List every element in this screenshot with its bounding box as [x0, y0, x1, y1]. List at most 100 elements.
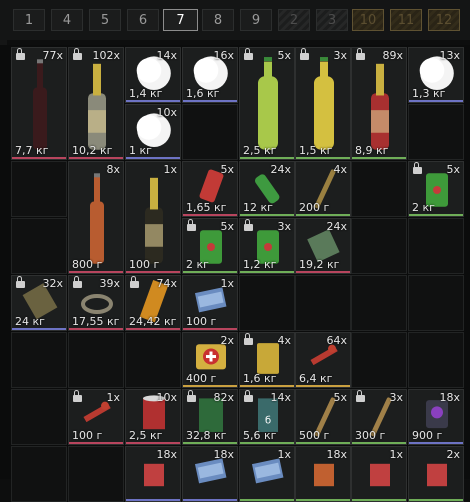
empty-slot[interactable]	[11, 332, 67, 388]
tab-2[interactable]: 2	[278, 9, 310, 31]
item-count: 5x	[277, 49, 291, 62]
empty-slot[interactable]	[408, 218, 464, 274]
tab-5[interactable]: 5	[89, 9, 121, 31]
tab-11[interactable]: 11	[390, 9, 422, 31]
item-count: 3x	[389, 391, 403, 404]
empty-slot[interactable]	[295, 275, 351, 331]
item-weight: 100 г	[72, 429, 103, 442]
inventory-item-blue-cards[interactable]: 1x 100 г	[182, 275, 238, 331]
inventory-item-snowball-3[interactable]: 13x 1,3 кг	[408, 47, 464, 103]
rarity-bar	[69, 157, 123, 159]
item-count: 18x	[439, 391, 460, 404]
tab-8[interactable]: 8	[202, 9, 234, 31]
inventory-item-red-can[interactable]: 5x 1,65 кг	[182, 161, 238, 217]
inventory-item-green-bottle[interactable]: 24x 12 кг	[239, 161, 295, 217]
inventory-item-rope-coil[interactable]: 39x 17,55 кг	[68, 275, 124, 331]
inventory-item-yellow-juice-bottle[interactable]: 3x 1,5 кг	[295, 47, 351, 160]
item-count: 5x	[220, 220, 234, 233]
inventory-item-red-tool-2[interactable]: 1x 100 г	[68, 389, 124, 445]
inventory-item-snowball-4[interactable]: 10x 1 кг	[125, 104, 181, 160]
inventory-item-red-tool-1[interactable]: 64x 6,4 кг	[295, 332, 351, 388]
empty-slot[interactable]	[125, 332, 181, 388]
item-count: 4x	[277, 334, 291, 347]
empty-slot[interactable]	[351, 218, 407, 274]
inventory-item-champagne-bottle-silver[interactable]: 102x 10,2 кг	[68, 47, 124, 160]
item-count: 4x	[333, 163, 347, 176]
tab-4[interactable]: 4	[51, 9, 83, 31]
empty-slot[interactable]	[351, 275, 407, 331]
inventory-item-snowball-1[interactable]: 14x 1,4 кг	[125, 47, 181, 103]
inventory-item-bottom-item-5[interactable]: 1x	[351, 446, 407, 502]
inventory-item-green-juice-bottle[interactable]: 5x 2,5 кг	[239, 47, 295, 160]
item-weight: 200 г	[299, 201, 330, 214]
rarity-bar	[126, 499, 180, 501]
lock-icon	[244, 219, 253, 231]
inventory-item-ration-pack[interactable]: 24x 19,2 кг	[295, 218, 351, 274]
inventory-item-brown-bag[interactable]: 32x 24 кг	[11, 275, 67, 331]
item-count: 89x	[382, 49, 403, 62]
item-weight: 2 кг	[186, 258, 209, 271]
rarity-bar	[126, 157, 180, 159]
inventory-item-green-jerrycan-1[interactable]: 5x 2 кг	[408, 161, 464, 217]
lock-icon	[356, 390, 365, 402]
item-count: 39x	[99, 277, 120, 290]
empty-slot[interactable]	[351, 161, 407, 217]
inventory-item-tin-can[interactable]: 10x 2,5 кг	[125, 389, 181, 445]
tab-12[interactable]: 12	[428, 9, 460, 31]
inventory-item-bottom-item-6[interactable]: 2x	[408, 446, 464, 502]
inventory-item-wooden-bat-2[interactable]: 3x 300 г	[351, 389, 407, 445]
inventory-item-wooden-bat-1[interactable]: 5x 500 г	[295, 389, 351, 445]
empty-slot[interactable]	[408, 332, 464, 388]
inventory-item-purple-box[interactable]: 18x 900 г	[408, 389, 464, 445]
inventory-item-bottom-item-4[interactable]: 18x	[295, 446, 351, 502]
inventory-item-green-pack[interactable]: 82x 32,8 кг	[182, 389, 238, 445]
rarity-bar	[183, 499, 237, 501]
inventory-item-golden-bag[interactable]: 74x 24,42 кг	[125, 275, 181, 331]
inventory-item-medkit[interactable]: 2x 400 г	[182, 332, 238, 388]
item-weight: 800 г	[72, 258, 103, 271]
rarity-bar	[352, 157, 406, 159]
rarity-bar	[126, 271, 180, 273]
rarity-bar	[240, 271, 294, 273]
item-count: 102x	[92, 49, 120, 62]
inventory-item-bottom-item-2[interactable]: 18x	[182, 446, 238, 502]
inventory-item-bottom-item-1[interactable]: 18x	[125, 446, 181, 502]
empty-slot[interactable]	[239, 275, 295, 331]
inventory-item-champagne-bottle-gold[interactable]: 1x 100 г	[125, 161, 181, 274]
inventory-item-green-jerrycan-3[interactable]: 3x 1,2 кг	[239, 218, 295, 274]
item-count: 5x	[446, 163, 460, 176]
inventory-item-snowball-2[interactable]: 16x 1,6 кг	[182, 47, 238, 103]
empty-slot[interactable]	[11, 389, 67, 445]
inventory-item-champagne-bottle-red[interactable]: 89x 8,9 кг	[351, 47, 407, 160]
inventory-item-yellow-box[interactable]: 4x 1,6 кг	[239, 332, 295, 388]
empty-slot[interactable]	[351, 332, 407, 388]
inventory-item-chips-pack[interactable]: б 14x 5,6 кг	[239, 389, 295, 445]
empty-slot[interactable]	[68, 332, 124, 388]
tab-9[interactable]: 9	[240, 9, 272, 31]
inventory-item-green-jerrycan-2[interactable]: 5x 2 кг	[182, 218, 238, 274]
inventory-item-cola-bottle[interactable]: 8x 800 г	[68, 161, 124, 274]
inventory-item-wooden-stick[interactable]: 4x 200 г	[295, 161, 351, 217]
empty-slot[interactable]	[182, 104, 238, 160]
rarity-bar	[126, 100, 180, 102]
empty-slot[interactable]	[11, 161, 67, 217]
tab-6[interactable]: 6	[127, 9, 159, 31]
rarity-bar	[409, 499, 463, 501]
rarity-bar	[183, 214, 237, 216]
tab-3[interactable]: 3	[316, 9, 348, 31]
tab-7[interactable]: 7	[163, 9, 198, 31]
empty-slot[interactable]	[11, 218, 67, 274]
empty-slot[interactable]	[11, 446, 67, 502]
item-count: 74x	[156, 277, 177, 290]
empty-slot[interactable]	[408, 275, 464, 331]
item-weight: 12 кг	[243, 201, 273, 214]
tab-10[interactable]: 10	[352, 9, 384, 31]
tab-1[interactable]: 1	[13, 9, 45, 31]
inventory-item-dark-wine-bottle[interactable]: 77x 7,7 кг	[11, 47, 67, 160]
item-weight: 1,6 кг	[186, 87, 220, 100]
empty-slot[interactable]	[68, 446, 124, 502]
inventory-item-bottom-item-3[interactable]: 1x	[239, 446, 295, 502]
empty-slot[interactable]	[408, 104, 464, 160]
item-weight: 100 г	[129, 258, 160, 271]
item-count: 14x	[270, 391, 291, 404]
